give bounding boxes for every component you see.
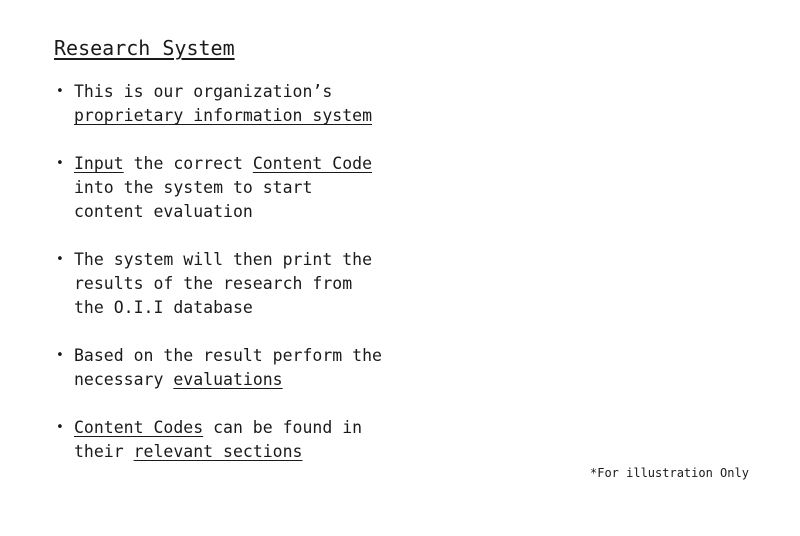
- input-link[interactable]: Input: [74, 154, 124, 173]
- content-code-link[interactable]: Content Code: [253, 154, 372, 173]
- bullet-list: This is our organization’s proprietary i…: [56, 80, 386, 488]
- bullet-text: into the system to start content evaluat…: [74, 178, 313, 221]
- bullet-item-content-codes: Content Codes can be found in their rele…: [56, 416, 386, 464]
- relevant-sections-link[interactable]: relevant sections: [134, 442, 303, 461]
- bullet-item-input-code: Input the correct Content Code into the …: [56, 152, 386, 224]
- bullet-text: This is our organization’s: [74, 82, 333, 101]
- bullet-text: the correct: [123, 154, 253, 173]
- bullet-text: The system will then print the results o…: [74, 250, 373, 317]
- content-codes-link[interactable]: Content Codes: [74, 418, 203, 437]
- evaluations-link[interactable]: evaluations: [173, 370, 282, 389]
- bullet-item-evaluations: Based on the result perform the necessar…: [56, 344, 386, 392]
- page-title: Research System: [54, 36, 235, 60]
- illustration-footnote: *For illustration Only: [590, 466, 749, 480]
- bullet-item-organization-system: This is our organization’s proprietary i…: [56, 80, 386, 128]
- proprietary-information-system-link[interactable]: proprietary information system: [74, 106, 372, 125]
- bullet-item-print-results: The system will then print the results o…: [56, 248, 386, 320]
